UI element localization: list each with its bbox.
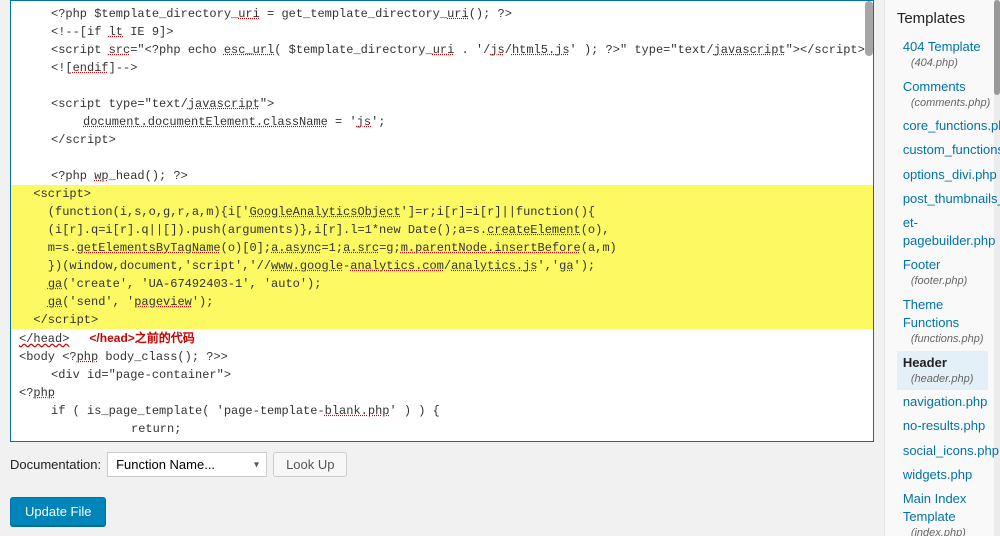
code-line: <script type="text/javascript"> xyxy=(11,95,873,113)
code-line: document.documentElement.className = 'js… xyxy=(11,113,873,131)
sidebar-scrollbar[interactable] xyxy=(994,0,1000,536)
code-hl: ga('create', 'UA-67492403-1', 'auto'); xyxy=(11,275,873,293)
template-name: custom_functions.php xyxy=(903,142,1000,157)
doc-label: Documentation: xyxy=(10,457,101,472)
code-line: <body <?php body_class(); ?>> xyxy=(11,348,873,366)
template-item[interactable]: post_thumbnails_divi.php xyxy=(897,187,988,211)
main-panel: <?php $template_directory_uri = get_temp… xyxy=(0,0,884,536)
sidebar-scrollbar-thumb[interactable] xyxy=(994,0,1000,95)
template-item[interactable]: widgets.php xyxy=(897,463,988,487)
template-item[interactable]: core_functions.php xyxy=(897,114,988,138)
bottom-controls: Documentation: Function Name... Look Up xyxy=(10,442,874,483)
template-name: 404 Template xyxy=(903,39,981,54)
code-line: <div id="page-container"> xyxy=(11,366,873,384)
template-filename: (functions.php) xyxy=(911,332,988,347)
template-name: navigation.php xyxy=(903,394,988,409)
code-line: } xyxy=(11,438,873,442)
update-file-button[interactable]: Update File xyxy=(10,497,106,526)
code-blank xyxy=(11,77,873,95)
code-line: </script> xyxy=(11,131,873,149)
template-name: no-results.php xyxy=(903,418,985,433)
template-name: post_thumbnails_divi.php xyxy=(903,191,1000,206)
code-line: <?php $template_directory_uri = get_temp… xyxy=(11,5,873,23)
function-select[interactable]: Function Name... xyxy=(107,452,267,477)
template-name: core_functions.php xyxy=(903,118,1000,133)
template-name: Footer xyxy=(903,257,941,272)
code-line: </head></head>之前的代码 xyxy=(11,329,873,348)
template-item[interactable]: Main Index Template (index.php) xyxy=(897,487,988,536)
code-line: if ( is_page_template( 'page-template-bl… xyxy=(11,402,873,420)
sidebar-title: Templates xyxy=(897,10,988,27)
template-name: widgets.php xyxy=(903,467,972,482)
template-item[interactable]: et-pagebuilder.php xyxy=(897,211,988,253)
template-name: Header xyxy=(903,355,947,370)
annotation-text: </head>之前的代码 xyxy=(89,331,194,345)
code-hl: m=s.getElementsByTagName(o)[0];a.async=1… xyxy=(11,239,873,257)
template-item[interactable]: Comments (comments.php) xyxy=(897,75,988,115)
template-filename: (header.php) xyxy=(911,372,988,387)
code-hl: (function(i,s,o,g,r,a,m){i['GoogleAnalyt… xyxy=(11,203,873,221)
template-item[interactable]: 404 Template (404.php) xyxy=(897,35,988,75)
code-hl: </script> xyxy=(11,311,873,329)
template-item[interactable]: navigation.php xyxy=(897,390,988,414)
template-item[interactable]: Footer (footer.php) xyxy=(897,253,988,293)
code-line: return; xyxy=(11,420,873,438)
template-filename: (comments.php) xyxy=(911,96,988,111)
editor-scrollbar-thumb[interactable] xyxy=(865,1,873,56)
templates-sidebar: Templates 404 Template (404.php) Comments (… xyxy=(884,0,1000,536)
code-hl: ga('send', 'pageview'); xyxy=(11,293,873,311)
template-item[interactable]: Header (header.php) xyxy=(897,351,988,391)
template-list: 404 Template (404.php) Comments (comments.p… xyxy=(897,35,988,536)
template-filename: (index.php) xyxy=(911,526,988,536)
code-editor[interactable]: <?php $template_directory_uri = get_temp… xyxy=(10,0,874,442)
code-hl: (i[r].q=i[r].q||[]).push(arguments)},i[r… xyxy=(11,221,873,239)
code-line: <!--[if lt IE 9]> xyxy=(11,23,873,41)
template-filename: (404.php) xyxy=(911,56,988,71)
app-root: <?php $template_directory_uri = get_temp… xyxy=(0,0,1000,536)
code-line: <script src="<?php echo esc_url( $templa… xyxy=(11,41,873,59)
template-filename: (footer.php) xyxy=(911,274,988,289)
template-name: Main Index Template xyxy=(903,491,967,524)
template-name: options_divi.php xyxy=(903,167,997,182)
code-line: <![endif]--> xyxy=(11,59,873,77)
template-name: social_icons.php xyxy=(903,443,999,458)
code-hl: <script> xyxy=(11,185,873,203)
template-item[interactable]: options_divi.php xyxy=(897,163,988,187)
template-name: Comments xyxy=(903,79,966,94)
code-blank xyxy=(11,149,873,167)
template-name: et-pagebuilder.php xyxy=(903,215,996,248)
template-item[interactable]: no-results.php xyxy=(897,414,988,438)
code-line: <?php xyxy=(11,384,873,402)
template-item[interactable]: Theme Functions (functions.php) xyxy=(897,293,988,351)
template-name: Theme Functions xyxy=(903,297,959,330)
template-item[interactable]: social_icons.php xyxy=(897,439,988,463)
template-item[interactable]: custom_functions.php xyxy=(897,138,988,162)
lookup-button[interactable]: Look Up xyxy=(273,452,347,477)
code-line: <?php wp_head(); ?> xyxy=(11,167,873,185)
code-hl: })(window,document,'script','//www.googl… xyxy=(11,257,873,275)
